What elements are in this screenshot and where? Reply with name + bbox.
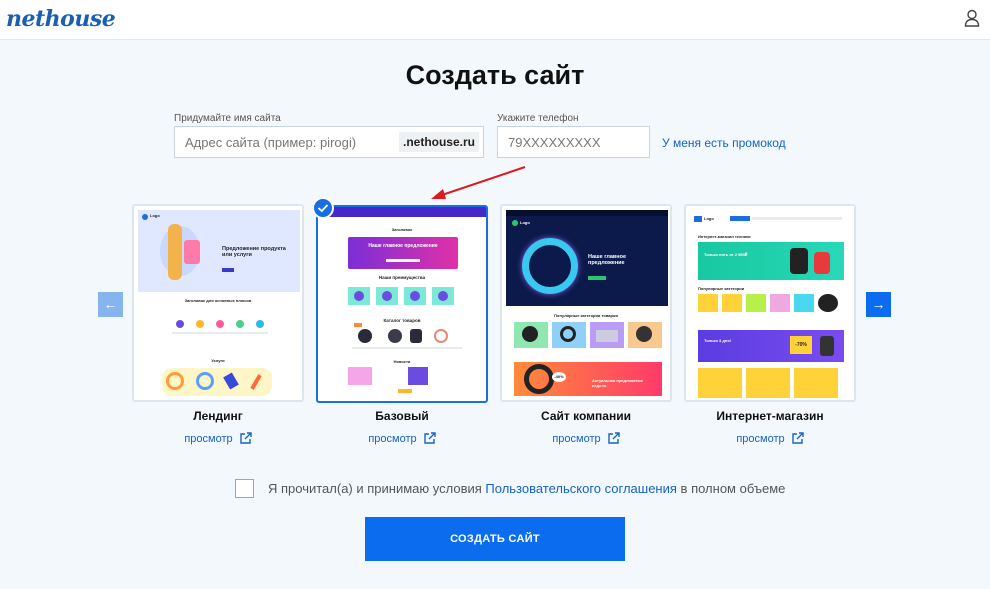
nethouse-logo[interactable]: nethouse (6, 6, 116, 32)
site-name-field: .nethouse.ru (174, 126, 484, 158)
template-card-basic[interactable]: Заголовок Наше главное предложение Наши … (316, 205, 488, 403)
preview-link-landing[interactable]: просмотр (132, 432, 304, 445)
page-title: Создать сайт (405, 60, 585, 90)
external-link-icon (239, 432, 252, 444)
agreement-checkbox[interactable] (235, 479, 254, 498)
external-link-icon (791, 432, 804, 444)
template-name-landing: Лендинг (193, 409, 243, 423)
preview-link-company[interactable]: просмотр (500, 432, 672, 445)
template-card-company[interactable]: Logo Наше главное предложение Популярные… (500, 204, 672, 402)
domain-suffix: .nethouse.ru (398, 132, 479, 152)
template-card-landing[interactable]: Logo Предложение продукта или услуги Заг… (132, 204, 304, 402)
annotation-arrow (431, 166, 526, 199)
promo-code-link[interactable]: У меня есть промокод (662, 136, 786, 150)
agreement-text: Я прочитал(а) и принимаю условия Пользов… (268, 481, 786, 496)
create-site-button[interactable]: СОЗДАТЬ САЙТ (365, 517, 625, 561)
site-name-label: Придумайте имя сайта (174, 113, 281, 124)
template-name-basic: Базовый (375, 409, 429, 423)
top-bar: nethouse (0, 0, 990, 40)
template-card-shop[interactable]: Logo Интернет-магазин техники Только пят… (684, 204, 856, 402)
carousel-prev-button[interactable]: ← (98, 292, 123, 317)
template-name-company: Сайт компании (541, 409, 631, 423)
phone-label: Укажите телефон (497, 113, 579, 124)
carousel-next-button[interactable]: → (866, 292, 891, 317)
template-name-shop: Интернет-магазин (716, 409, 824, 423)
phone-input[interactable] (498, 127, 649, 157)
preview-link-shop[interactable]: просмотр (684, 432, 856, 445)
preview-link-basic[interactable]: просмотр (316, 432, 488, 445)
user-agreement-link[interactable]: Пользовательского соглашения (485, 481, 677, 496)
company-hero: Logo Наше главное предложение (506, 210, 668, 306)
phone-field (497, 126, 650, 158)
user-icon[interactable] (964, 9, 980, 27)
external-link-icon (423, 432, 436, 444)
external-link-icon (607, 432, 620, 444)
selected-check-icon (312, 197, 334, 219)
landing-hero: Logo Предложение продукта или услуги (138, 210, 300, 292)
